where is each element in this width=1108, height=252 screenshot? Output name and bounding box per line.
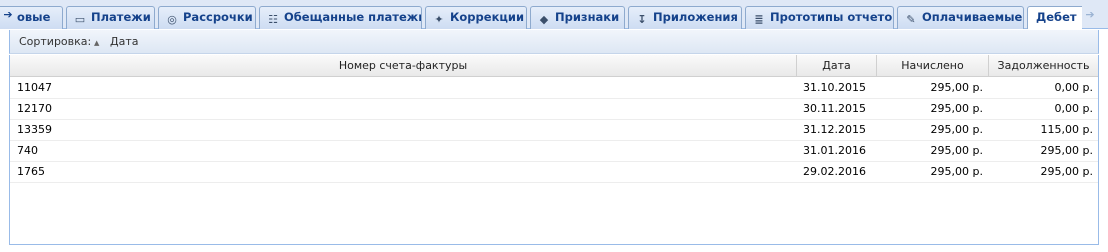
cell-date: 31.12.2015 xyxy=(803,123,866,136)
tab-payments[interactable]: ▭ Платежи xyxy=(66,6,155,29)
column-header-debt[interactable]: Задолженность xyxy=(989,55,1098,77)
tab-label: Платежи xyxy=(91,10,151,24)
tab-attachments[interactable]: ↧ Приложения xyxy=(628,6,742,29)
invoice-grid: Номер счета-фактуры Дата Начислено Задол… xyxy=(9,55,1099,245)
tab-label: Рассрочки xyxy=(183,10,253,24)
sort-field-button[interactable]: Дата xyxy=(110,30,138,54)
tab-scroll-right-button[interactable]: ➔ xyxy=(1083,7,1097,23)
cell-debt: 295,00 р. xyxy=(1040,165,1093,178)
lifebuoy-icon: ◎ xyxy=(167,13,177,26)
column-header-date[interactable]: Дата xyxy=(797,55,877,77)
sort-toolbar: Сортировка: ▲ Дата xyxy=(9,30,1099,54)
tab-promised-payments[interactable]: ☷ Обещанные платежи xyxy=(259,6,422,29)
cell-accrued: 295,00 р. xyxy=(930,144,983,157)
payments-icon: ▭ xyxy=(74,13,86,26)
cell-invoice-number: 13359 xyxy=(17,123,52,136)
arrow-right-icon: ➔ xyxy=(1085,8,1095,21)
attachment-icon: ↧ xyxy=(637,13,647,26)
tab-debit[interactable]: Дебет xyxy=(1027,6,1082,29)
cell-date: 30.11.2015 xyxy=(803,102,866,115)
tag-icon: ◆ xyxy=(539,13,549,26)
cell-debt: 0,00 р. xyxy=(1054,81,1093,94)
tab-bar: овые ▭ Платежи ◎ Рассрочки ☷ Обещанные плат… xyxy=(0,0,1108,29)
cell-invoice-number: 740 xyxy=(17,144,38,157)
cell-invoice-number: 1765 xyxy=(17,165,45,178)
tab-label: Обещанные платежи xyxy=(284,10,422,24)
tab-strip: овые ▭ Платежи ◎ Рассрочки ☷ Обещанные плат… xyxy=(0,0,1082,29)
tab-label: Дебет xyxy=(1036,10,1077,24)
tab-billable[interactable]: ✎ Оплачиваемые xyxy=(897,6,1024,29)
cell-debt: 295,00 р. xyxy=(1040,144,1093,157)
tab-label: Прототипы отчетов xyxy=(770,10,894,24)
cell-accrued: 295,00 р. xyxy=(930,123,983,136)
column-header-accrued[interactable]: Начислено xyxy=(877,55,989,77)
table-row[interactable]: 13359 31.12.2015 295,00 р. 115,00 р. xyxy=(10,120,1098,141)
cell-invoice-number: 12170 xyxy=(17,102,52,115)
table-row[interactable]: 12170 30.11.2015 295,00 р. 0,00 р. xyxy=(10,99,1098,120)
tab-attributes[interactable]: ◆ Признаки xyxy=(530,6,625,29)
cell-accrued: 295,00 р. xyxy=(930,165,983,178)
tab-label: Оплачиваемые xyxy=(922,10,1023,24)
table-row[interactable]: 1765 29.02.2016 295,00 р. 295,00 р. xyxy=(10,162,1098,183)
cell-debt: 115,00 р. xyxy=(1040,123,1093,136)
tab-corrections[interactable]: ✦ Коррекции xyxy=(425,6,527,29)
tab-label: Признаки xyxy=(555,10,620,24)
tab-installments[interactable]: ◎ Рассрочки xyxy=(158,6,256,29)
cell-accrued: 295,00 р. xyxy=(930,81,983,94)
table-row[interactable]: 740 31.01.2016 295,00 р. 295,00 р. xyxy=(10,141,1098,162)
cell-debt: 0,00 р. xyxy=(1054,102,1093,115)
cell-date: 31.01.2016 xyxy=(803,144,866,157)
grid-header: Номер счета-фактуры Дата Начислено Задол… xyxy=(10,55,1098,77)
table-row[interactable]: 11047 31.10.2015 295,00 р. 0,00 р. xyxy=(10,78,1098,99)
cell-accrued: 295,00 р. xyxy=(930,102,983,115)
tab-report-prototypes[interactable]: ≣ Прототипы отчетов xyxy=(745,6,894,29)
cell-date: 31.10.2015 xyxy=(803,81,866,94)
wand-icon: ✦ xyxy=(434,13,444,26)
cell-invoice-number: 11047 xyxy=(17,81,52,94)
cell-date: 29.02.2016 xyxy=(803,165,866,178)
tab-label: Коррекции xyxy=(450,10,525,24)
column-header-invoice-number[interactable]: Номер счета-фактуры xyxy=(10,55,797,77)
tab-label: Приложения xyxy=(653,10,738,24)
report-icon: ≣ xyxy=(754,13,764,26)
tab-scroll-left-button[interactable]: ➔ xyxy=(1,7,15,23)
sort-label: Сортировка: xyxy=(19,35,92,48)
edit-document-icon: ✎ xyxy=(906,13,916,26)
sort-ascending-icon[interactable]: ▲ xyxy=(94,31,99,55)
arrow-left-icon: ➔ xyxy=(3,8,13,21)
promise-icon: ☷ xyxy=(268,13,278,26)
